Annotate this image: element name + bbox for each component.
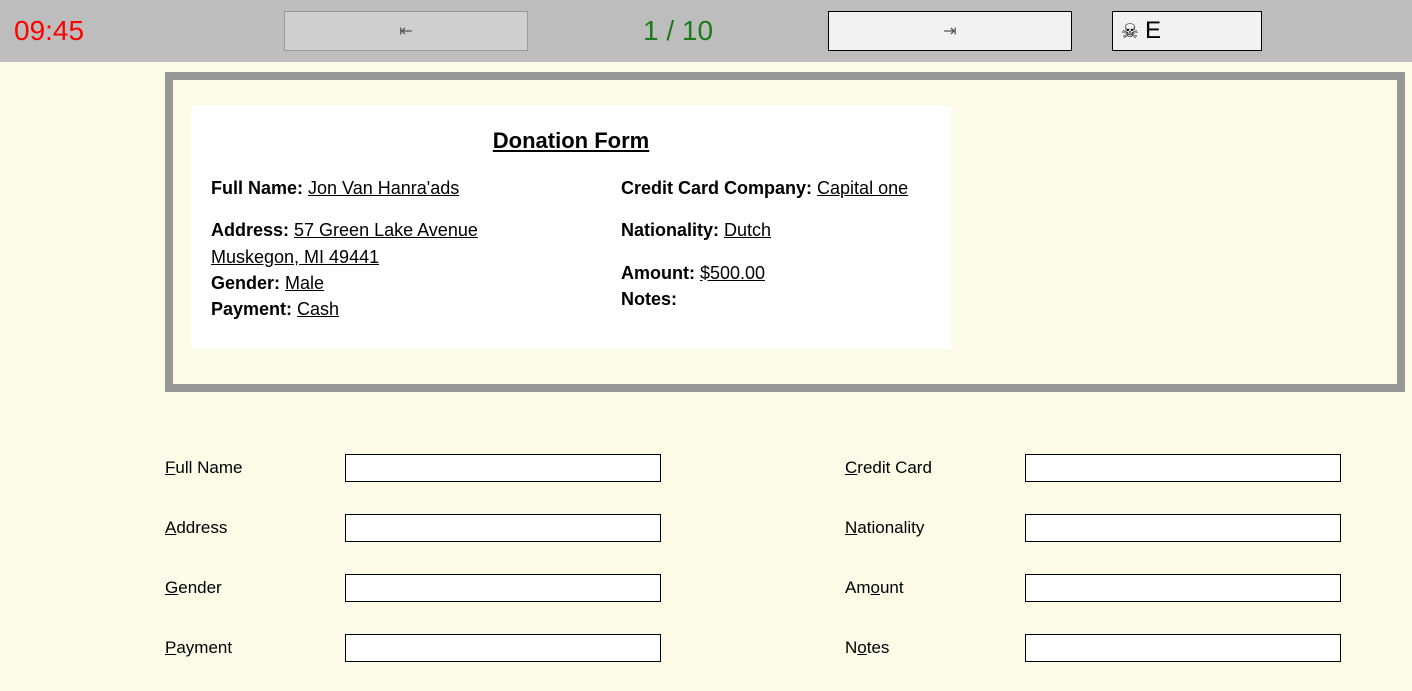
- full-name-value: Jon Van Hanra'ads: [308, 178, 459, 198]
- skull-icon: ☠: [1121, 19, 1139, 44]
- slide-wrapper: Donation Form Full Name: Jon Van Hanra'a…: [0, 62, 1412, 392]
- next-button[interactable]: ⇥: [828, 11, 1072, 51]
- field-address-line2: Muskegon, MI 49441: [211, 245, 621, 269]
- address-label: Address:: [211, 220, 294, 240]
- credit-card-input-label: Credit Card: [845, 458, 1025, 478]
- notes-input[interactable]: [1025, 634, 1341, 662]
- full-name-label: Full Name:: [211, 178, 308, 198]
- gender-input[interactable]: [345, 574, 661, 602]
- address-input[interactable]: [345, 514, 661, 542]
- cc-label: Credit Card Company:: [621, 178, 817, 198]
- field-full-name: Full Name: Jon Van Hanra'ads: [211, 176, 621, 200]
- prev-button: ⇤: [284, 11, 528, 51]
- field-notes: Notes:: [621, 287, 931, 311]
- field-address: Address: 57 Green Lake Avenue: [211, 218, 621, 242]
- field-gender: Gender: Male: [211, 271, 621, 295]
- nationality-input[interactable]: [1025, 514, 1341, 542]
- field-payment: Payment: Cash: [211, 297, 621, 321]
- amount-input-label: Amount: [845, 578, 1025, 598]
- payment-value: Cash: [297, 299, 339, 319]
- nationality-value: Dutch: [724, 220, 771, 240]
- notes-input-label: Notes: [845, 638, 1025, 658]
- slide-title: Donation Form: [211, 128, 931, 154]
- exit-button[interactable]: ☠ E: [1112, 11, 1262, 51]
- full-name-input-label: Full Name: [165, 458, 345, 478]
- gender-label: Gender:: [211, 273, 285, 293]
- payment-input-label: Payment: [165, 638, 345, 658]
- top-bar: 09:45 ⇤ 1 / 10 ⇥ ☠ E: [0, 0, 1412, 62]
- gender-input-label: Gender: [165, 578, 345, 598]
- payment-label: Payment:: [211, 299, 297, 319]
- full-name-input[interactable]: [345, 454, 661, 482]
- field-nationality: Nationality: Dutch: [621, 218, 931, 242]
- amount-input[interactable]: [1025, 574, 1341, 602]
- amount-value: $500.00: [700, 263, 765, 283]
- address-input-label: Address: [165, 518, 345, 538]
- form-area: Full Name Credit Card Address Nationalit…: [0, 392, 1412, 662]
- slide-frame: Donation Form Full Name: Jon Van Hanra'a…: [165, 72, 1405, 392]
- address-line2: Muskegon, MI 49441: [211, 247, 379, 267]
- amount-label: Amount:: [621, 263, 700, 283]
- timer-display: 09:45: [14, 15, 284, 47]
- nationality-input-label: Nationality: [845, 518, 1025, 538]
- arrow-left-bar-icon: ⇤: [399, 21, 412, 41]
- cc-value: Capital one: [817, 178, 908, 198]
- field-amount: Amount: $500.00: [621, 261, 931, 285]
- field-cc: Credit Card Company: Capital one: [621, 176, 931, 200]
- notes-label: Notes:: [621, 289, 677, 309]
- payment-input[interactable]: [345, 634, 661, 662]
- credit-card-input[interactable]: [1025, 454, 1341, 482]
- arrow-right-bar-icon: ⇥: [943, 21, 956, 41]
- exit-label: E: [1145, 17, 1161, 45]
- gender-value: Male: [285, 273, 324, 293]
- slide-card: Donation Form Full Name: Jon Van Hanra'a…: [191, 106, 951, 349]
- address-line1: 57 Green Lake Avenue: [294, 220, 478, 240]
- page-counter: 1 / 10: [528, 15, 828, 47]
- nationality-label: Nationality:: [621, 220, 724, 240]
